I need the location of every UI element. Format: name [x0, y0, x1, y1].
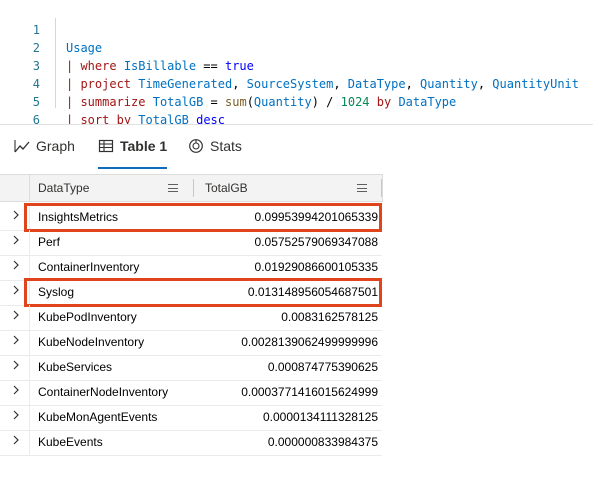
- results-tabs: Graph Table 1 Stats: [0, 124, 593, 169]
- code-line[interactable]: 2 | where IsBillable == true: [0, 21, 254, 73]
- divider: [29, 230, 30, 255]
- chevron-right-icon[interactable]: [10, 234, 22, 246]
- indent-guide: [55, 18, 56, 108]
- table-row[interactable]: KubePodInventory 0.0083162578125: [0, 305, 382, 331]
- tab-label: Graph: [36, 138, 75, 154]
- chevron-right-icon[interactable]: [10, 259, 22, 271]
- divider: [29, 430, 30, 455]
- chevron-right-icon[interactable]: [10, 409, 22, 421]
- tab-table-1[interactable]: Table 1: [98, 125, 168, 169]
- code-text: | project TimeGenerated, SourceSystem, D…: [66, 77, 579, 91]
- cell-totalgb: 0.0083162578125: [281, 310, 378, 324]
- chevron-right-icon[interactable]: [10, 284, 22, 296]
- chevron-right-icon[interactable]: [10, 309, 22, 321]
- divider: [29, 255, 30, 280]
- chevron-right-icon[interactable]: [10, 334, 22, 346]
- code-line[interactable]: 4 | summarize TotalGB = sum(Quantity) / …: [0, 57, 456, 109]
- divider: [29, 355, 30, 380]
- column-resize-handle[interactable]: [381, 179, 382, 197]
- divider: [29, 330, 30, 355]
- chevron-right-icon[interactable]: [10, 209, 22, 221]
- highlight-box: [24, 278, 382, 307]
- cell-totalgb: 0.0000134111328125: [262, 410, 378, 424]
- divider: [29, 380, 30, 405]
- table-row[interactable]: KubeServices 0.000874775390625: [0, 355, 382, 381]
- code-text: | where IsBillable == true: [66, 59, 254, 73]
- column-header-datatype[interactable]: DataType: [38, 175, 89, 201]
- cell-datatype: ContainerNodeInventory: [38, 385, 169, 399]
- column-header-totalgb[interactable]: TotalGB: [205, 175, 248, 201]
- cell-datatype: KubeNodeInventory: [38, 335, 145, 349]
- column-resize-handle[interactable]: [193, 179, 194, 197]
- tab-graph[interactable]: Graph: [14, 125, 75, 167]
- tab-label: Stats: [210, 138, 242, 154]
- cell-totalgb: 0.0003771416015624999: [241, 385, 378, 399]
- code-line[interactable]: 6 | render piechart: [0, 93, 40, 124]
- cell-datatype: KubeMonAgentEvents: [38, 410, 158, 424]
- results-table: DataType TotalGB InsightsMetrics 0.099539…: [0, 174, 593, 480]
- cell-datatype: KubePodInventory: [38, 310, 137, 324]
- cell-totalgb: 0.05752579069347088: [254, 235, 378, 249]
- table-row[interactable]: ContainerNodeInventory 0.0003771416015624…: [0, 380, 382, 406]
- chevron-right-icon[interactable]: [10, 359, 22, 371]
- cell-totalgb: 0.000000833984375: [267, 435, 378, 449]
- code-text: | summarize TotalGB = sum(Quantity) / 10…: [66, 95, 457, 109]
- divider: [29, 405, 30, 430]
- code-line[interactable]: 7: [0, 111, 29, 124]
- divider: [29, 305, 30, 330]
- code-text: | sort by TotalGB desc: [66, 113, 225, 124]
- tab-stats[interactable]: Stats: [188, 125, 242, 167]
- stats-icon: [189, 139, 203, 153]
- code-line[interactable]: 1 Usage: [0, 3, 102, 55]
- table-header: DataType TotalGB: [0, 174, 383, 202]
- table-row[interactable]: KubeNodeInventory 0.0028139062499999996: [0, 330, 382, 356]
- line-chart-icon: [14, 140, 30, 153]
- code-line[interactable]: 3 | project TimeGenerated, SourceSystem,…: [0, 39, 579, 91]
- tab-label: Table 1: [120, 138, 168, 154]
- cell-datatype: ContainerInventory: [38, 260, 140, 274]
- table-icon: [98, 139, 114, 153]
- code-line[interactable]: 5 | sort by TotalGB desc: [0, 75, 225, 124]
- cell-datatype: KubeServices: [38, 360, 113, 374]
- chevron-right-icon[interactable]: [10, 384, 22, 396]
- highlight-box: [24, 203, 382, 232]
- table-row[interactable]: KubeMonAgentEvents 0.0000134111328125: [0, 405, 382, 431]
- cell-datatype: KubeEvents: [38, 435, 103, 449]
- query-editor[interactable]: 1 Usage 2 | where IsBillable == true 3 |…: [0, 0, 593, 124]
- column-menu-icon[interactable]: [357, 184, 367, 192]
- cell-totalgb: 0.0028139062499999996: [241, 335, 378, 349]
- cell-datatype: Perf: [38, 235, 61, 249]
- cell-totalgb: 0.01929086600105335: [254, 260, 378, 274]
- column-menu-icon[interactable]: [168, 184, 178, 192]
- code-text: Usage: [66, 41, 103, 55]
- chevron-right-icon[interactable]: [10, 434, 22, 446]
- table-row[interactable]: Perf 0.05752579069347088: [0, 230, 382, 256]
- cell-totalgb: 0.000874775390625: [267, 360, 378, 374]
- divider: [29, 175, 30, 201]
- table-row[interactable]: KubeEvents 0.000000833984375: [0, 430, 382, 456]
